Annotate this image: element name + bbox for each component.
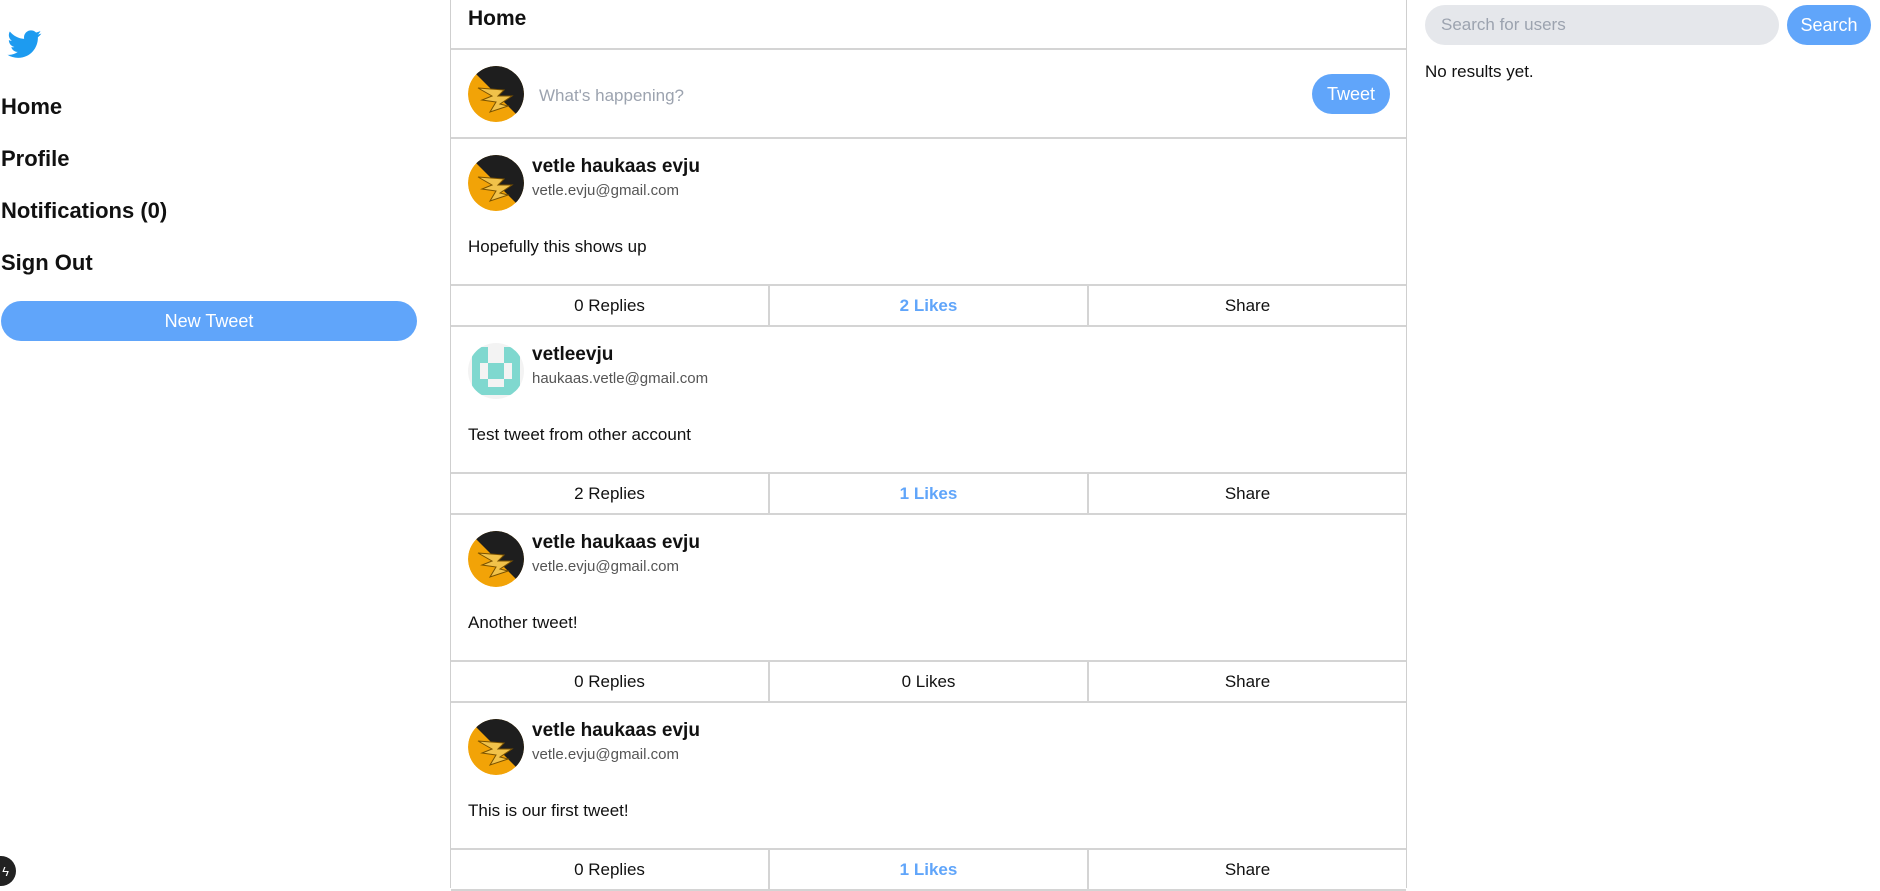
replies-button[interactable]: 0 Replies: [451, 662, 768, 701]
search-results-status: No results yet.: [1425, 62, 1534, 81]
wing-avatar-icon: [468, 531, 524, 587]
likes-button[interactable]: 1 Likes: [768, 850, 1087, 889]
tweet-button[interactable]: Tweet: [1312, 74, 1390, 114]
tweet-text: Another tweet!: [468, 613, 578, 632]
share-button[interactable]: Share: [1087, 850, 1406, 889]
nav-sign-out[interactable]: Sign Out: [1, 249, 93, 277]
tweet-text: Test tweet from other account: [468, 425, 691, 444]
avatar[interactable]: [468, 531, 524, 587]
author-name[interactable]: vetle haukaas evju: [532, 532, 700, 554]
tweet-actions: 0 Replies 0 Likes Share: [451, 660, 1406, 703]
author-email: haukaas.vetle@gmail.com: [532, 370, 709, 387]
nav-notifications[interactable]: Notifications (0): [1, 197, 167, 225]
tweet-card: vetle haukaas evju vetle.evju@gmail.com …: [451, 515, 1406, 703]
wing-avatar-icon: [468, 66, 524, 122]
author-email: vetle.evju@gmail.com: [532, 746, 679, 763]
wing-avatar-icon: [468, 155, 524, 211]
share-button[interactable]: Share: [1087, 662, 1406, 701]
author-email: vetle.evju@gmail.com: [532, 558, 679, 575]
author-name[interactable]: vetle haukaas evju: [532, 156, 700, 178]
tweet-actions: 0 Replies 2 Likes Share: [451, 284, 1406, 327]
identicon-avatar-icon: [468, 343, 524, 399]
page-title: Home: [451, 0, 1406, 50]
main-feed: Home Tweet: [450, 0, 1407, 891]
avatar[interactable]: [468, 719, 524, 775]
share-button[interactable]: Share: [1087, 286, 1406, 325]
replies-button[interactable]: 0 Replies: [451, 286, 768, 325]
tweet-actions: 0 Replies 1 Likes Share: [451, 848, 1406, 891]
avatar[interactable]: [468, 343, 524, 399]
tweet-card: vetle haukaas evju vetle.evju@gmail.com …: [451, 139, 1406, 327]
likes-button[interactable]: 0 Likes: [768, 662, 1087, 701]
author-name[interactable]: vetleevju: [532, 344, 613, 366]
search-input[interactable]: [1425, 5, 1779, 45]
new-tweet-button[interactable]: New Tweet: [1, 301, 417, 341]
tweet-card: vetle haukaas evju vetle.evju@gmail.com …: [451, 703, 1406, 891]
share-button[interactable]: Share: [1087, 474, 1406, 513]
search-button[interactable]: Search: [1787, 5, 1871, 45]
nav-home[interactable]: Home: [1, 93, 62, 121]
replies-button[interactable]: 2 Replies: [451, 474, 768, 513]
tweet-composer: Tweet: [451, 50, 1406, 139]
author-email: vetle.evju@gmail.com: [532, 182, 679, 199]
tweet-text: Hopefully this shows up: [468, 237, 647, 256]
sidebar: Home Profile Notifications (0) Sign Out …: [0, 0, 450, 888]
wing-avatar-icon: [468, 719, 524, 775]
avatar[interactable]: [468, 155, 524, 211]
author-name[interactable]: vetle haukaas evju: [532, 720, 700, 742]
tweet-text: This is our first tweet!: [468, 801, 629, 820]
bird-icon[interactable]: [6, 27, 44, 61]
nav-profile[interactable]: Profile: [1, 145, 69, 173]
avatar: [468, 66, 524, 122]
compose-input[interactable]: [537, 76, 1241, 116]
likes-button[interactable]: 1 Likes: [768, 474, 1087, 513]
search-panel: Search No results yet.: [1407, 0, 1880, 888]
replies-button[interactable]: 0 Replies: [451, 850, 768, 889]
likes-button[interactable]: 2 Likes: [768, 286, 1087, 325]
tweet-actions: 2 Replies 1 Likes Share: [451, 472, 1406, 515]
tweet-card: vetleevju haukaas.vetle@gmail.com Test t…: [451, 327, 1406, 515]
lightning-icon[interactable]: ϟ: [0, 856, 16, 886]
